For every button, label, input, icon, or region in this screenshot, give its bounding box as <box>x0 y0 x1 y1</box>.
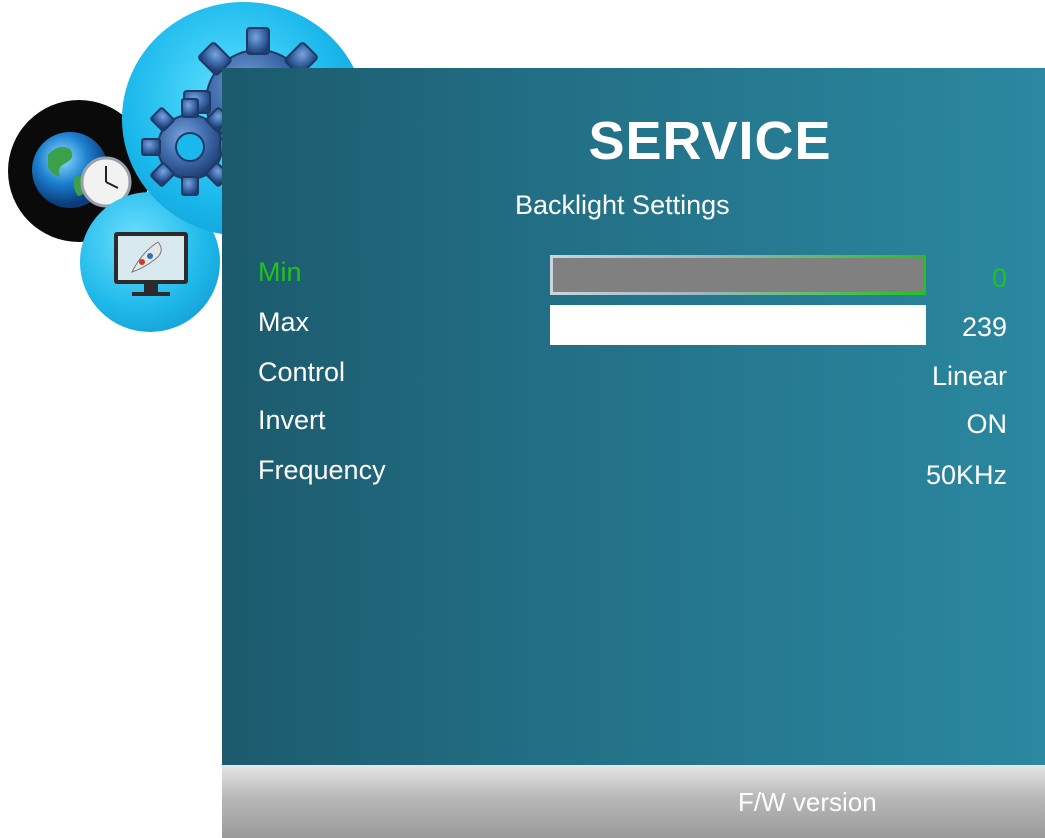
fw-version-label: F/W version <box>738 787 877 817</box>
max-value: 239 <box>961 312 1007 342</box>
control-value[interactable]: Linear <box>932 361 1007 392</box>
footer-bar <box>222 765 1045 838</box>
min-value: 0 <box>991 263 1007 293</box>
control-label[interactable]: Control <box>258 357 345 388</box>
max-slider[interactable] <box>550 305 926 345</box>
service-panel <box>222 68 1045 765</box>
min-label[interactable]: Min <box>258 257 302 288</box>
frequency-value[interactable]: 50KHz <box>926 460 1007 491</box>
page-title: SERVICE <box>588 111 832 171</box>
max-slider-fill <box>550 305 926 345</box>
invert-label[interactable]: Invert <box>258 405 326 436</box>
max-label[interactable]: Max <box>258 307 309 338</box>
min-slider[interactable] <box>550 255 926 295</box>
page-subtitle: Backlight Settings <box>515 190 730 220</box>
invert-value[interactable]: ON <box>967 409 1008 440</box>
frequency-label[interactable]: Frequency <box>258 455 386 486</box>
